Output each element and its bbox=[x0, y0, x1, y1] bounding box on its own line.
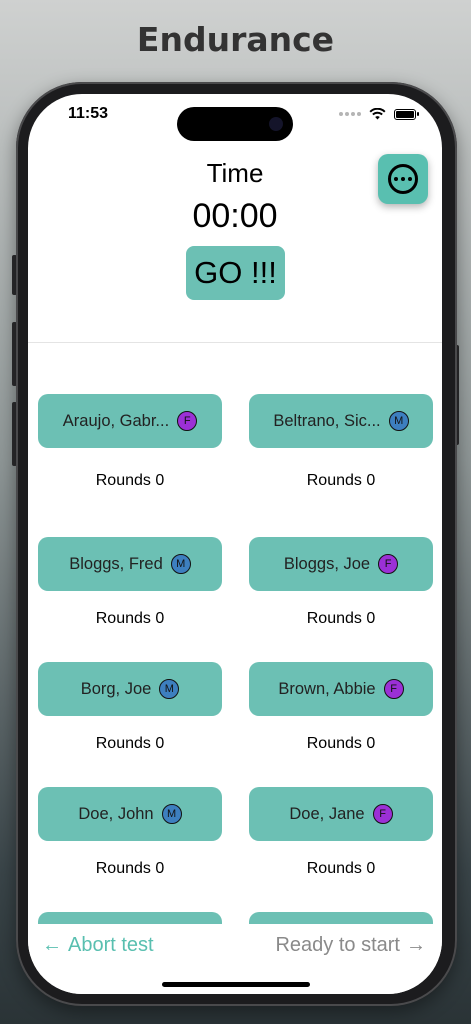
athlete-cell bbox=[249, 912, 433, 924]
athlete-cell: Doe, Jane F Rounds 0 bbox=[249, 787, 433, 912]
athlete-button[interactable]: Bloggs, Joe F bbox=[249, 537, 433, 591]
athlete-button[interactable]: Araujo, Gabr... F bbox=[38, 394, 222, 448]
athlete-cell bbox=[38, 912, 222, 924]
athlete-cell: Bloggs, Fred M Rounds 0 bbox=[38, 537, 222, 662]
camera-icon bbox=[269, 117, 283, 131]
rounds-count: Rounds 0 bbox=[306, 472, 376, 489]
athlete-name: Beltrano, Sic... bbox=[273, 411, 381, 430]
arrow-left-icon: ← bbox=[42, 934, 62, 956]
status-time: 11:53 bbox=[68, 105, 109, 122]
divider bbox=[28, 342, 442, 343]
gender-badge: M bbox=[161, 804, 182, 824]
go-button[interactable]: GO !!! bbox=[186, 246, 285, 300]
athlete-button[interactable]: Doe, John M bbox=[38, 787, 222, 841]
cellular-signal-icon bbox=[339, 112, 361, 116]
arrow-right-icon: → bbox=[406, 934, 426, 956]
rounds-count: Rounds 0 bbox=[306, 735, 376, 752]
rounds-count: Rounds 0 bbox=[95, 610, 165, 627]
athlete-name: Brown, Abbie bbox=[278, 679, 376, 698]
rounds-count: Rounds 0 bbox=[95, 735, 165, 752]
rounds-count: Rounds 0 bbox=[95, 472, 165, 489]
athlete-name: Araujo, Gabr... bbox=[62, 411, 170, 430]
gender-badge: F bbox=[372, 804, 393, 824]
home-indicator bbox=[162, 982, 310, 987]
athlete-cell: Doe, John M Rounds 0 bbox=[38, 787, 222, 912]
gender-badge: F bbox=[177, 411, 198, 431]
rounds-count: Rounds 0 bbox=[306, 860, 376, 877]
athlete-button[interactable]: Bloggs, Fred M bbox=[38, 537, 222, 591]
rounds-count: Rounds 0 bbox=[306, 610, 376, 627]
athlete-button[interactable]: Brown, Abbie F bbox=[249, 662, 433, 716]
ready-to-start-label: Ready to start bbox=[275, 934, 400, 956]
ellipsis-circle-icon bbox=[388, 164, 418, 194]
gender-badge: M bbox=[159, 679, 180, 699]
athlete-cell: Beltrano, Sic... M Rounds 0 bbox=[249, 394, 433, 537]
battery-icon bbox=[394, 108, 419, 120]
athlete-cell: Borg, Joe M Rounds 0 bbox=[38, 662, 222, 787]
athlete-grid: Araujo, Gabr... F Rounds 0 Beltrano, Sic… bbox=[38, 394, 433, 924]
athlete-cell: Araujo, Gabr... F Rounds 0 bbox=[38, 394, 222, 537]
abort-test-label: Abort test bbox=[68, 934, 154, 956]
timer-display: 00:00 bbox=[192, 197, 278, 235]
athlete-button[interactable]: Beltrano, Sic... M bbox=[249, 394, 433, 448]
gender-badge: M bbox=[388, 411, 409, 431]
status-icons bbox=[339, 108, 419, 120]
athlete-name: Borg, Joe bbox=[80, 679, 152, 698]
rounds-count: Rounds 0 bbox=[95, 860, 165, 877]
ready-to-start-button[interactable]: Ready to start → bbox=[275, 934, 426, 957]
abort-test-button[interactable]: ← Abort test bbox=[42, 934, 154, 957]
dynamic-island bbox=[177, 107, 293, 141]
athlete-button[interactable] bbox=[249, 912, 433, 924]
athlete-name: Doe, John bbox=[78, 804, 154, 823]
athlete-button[interactable] bbox=[38, 912, 222, 924]
gender-badge: M bbox=[170, 554, 191, 574]
gender-badge: F bbox=[378, 554, 399, 574]
athlete-name: Bloggs, Joe bbox=[283, 554, 371, 573]
wifi-icon bbox=[369, 108, 386, 120]
athlete-cell: Brown, Abbie F Rounds 0 bbox=[249, 662, 433, 787]
athlete-name: Doe, Jane bbox=[289, 804, 365, 823]
app-screen: 11:53 Time 00:00 GO !!! Araujo, Gabr... … bbox=[28, 94, 442, 994]
page-title: Endurance bbox=[136, 20, 335, 59]
athlete-cell: Bloggs, Joe F Rounds 0 bbox=[249, 537, 433, 662]
athlete-button[interactable]: Borg, Joe M bbox=[38, 662, 222, 716]
more-options-button[interactable] bbox=[378, 154, 428, 204]
gender-badge: F bbox=[383, 679, 404, 699]
athlete-name: Bloggs, Fred bbox=[69, 554, 163, 573]
athlete-button[interactable]: Doe, Jane F bbox=[249, 787, 433, 841]
